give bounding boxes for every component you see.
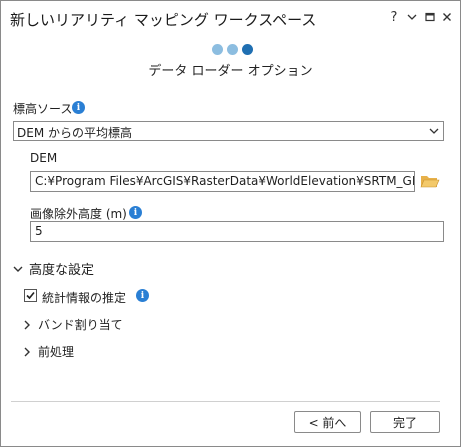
band-assignment-label: バンド割り当て	[38, 318, 123, 332]
wizard-step-indicator	[212, 44, 253, 56]
finish-button[interactable]: 完了	[370, 411, 440, 433]
info-icon[interactable]: i	[72, 101, 85, 114]
step-title: データ ローダー オプション	[148, 64, 313, 79]
advanced-settings-label: 高度な設定	[29, 263, 95, 278]
info-icon[interactable]: i	[129, 206, 142, 219]
chevron-down-icon	[429, 128, 439, 134]
help-icon[interactable]: ?	[386, 9, 402, 25]
chevron-down-icon	[13, 266, 23, 272]
estimate-stats-label: 統計情報の推定	[42, 291, 127, 305]
elevation-source-select[interactable]: DEM からの平均標高	[13, 121, 444, 141]
chevron-down-icon[interactable]	[404, 9, 420, 25]
dialog-window: 新しいリアリティ マッピング ワークスペース ? データ ローダー オプション …	[0, 0, 461, 447]
exclude-height-label: 画像除外高度 (m)	[30, 207, 127, 221]
dem-path-input[interactable]: C:¥Program Files¥ArcGIS¥RasterData¥World…	[30, 171, 415, 192]
back-button[interactable]: < 前へ	[294, 411, 361, 433]
dem-label: DEM	[30, 151, 58, 165]
title-bar: 新しいリアリティ マッピング ワークスペース ?	[1, 1, 460, 35]
close-icon[interactable]	[439, 9, 455, 25]
footer-divider	[11, 401, 440, 402]
chevron-right-icon	[24, 347, 30, 356]
dem-path-value: C:¥Program Files¥ArcGIS¥RasterData¥World…	[35, 174, 414, 188]
exclude-height-value: 5	[35, 224, 43, 238]
band-assignment-toggle[interactable]: バンド割り当て	[22, 316, 123, 333]
elevation-source-label: 標高ソース	[13, 102, 73, 116]
advanced-settings-toggle[interactable]: 高度な設定	[13, 259, 94, 278]
info-icon[interactable]: i	[136, 289, 149, 302]
window-title: 新しいリアリティ マッピング ワークスペース	[10, 11, 317, 29]
step-dot-1	[212, 44, 223, 55]
step-dot-3-current	[242, 44, 253, 55]
checkmark-icon	[26, 291, 35, 300]
estimate-stats-checkbox[interactable]	[24, 289, 37, 302]
elevation-source-value: DEM からの平均標高	[17, 126, 132, 140]
exclude-height-input[interactable]: 5	[30, 221, 444, 242]
folder-icon[interactable]	[420, 173, 440, 189]
maximize-icon[interactable]	[422, 9, 438, 25]
chevron-right-icon	[24, 320, 30, 329]
preprocessing-label: 前処理	[38, 345, 75, 359]
step-dot-2	[227, 44, 238, 55]
preprocessing-toggle[interactable]: 前処理	[22, 343, 74, 360]
